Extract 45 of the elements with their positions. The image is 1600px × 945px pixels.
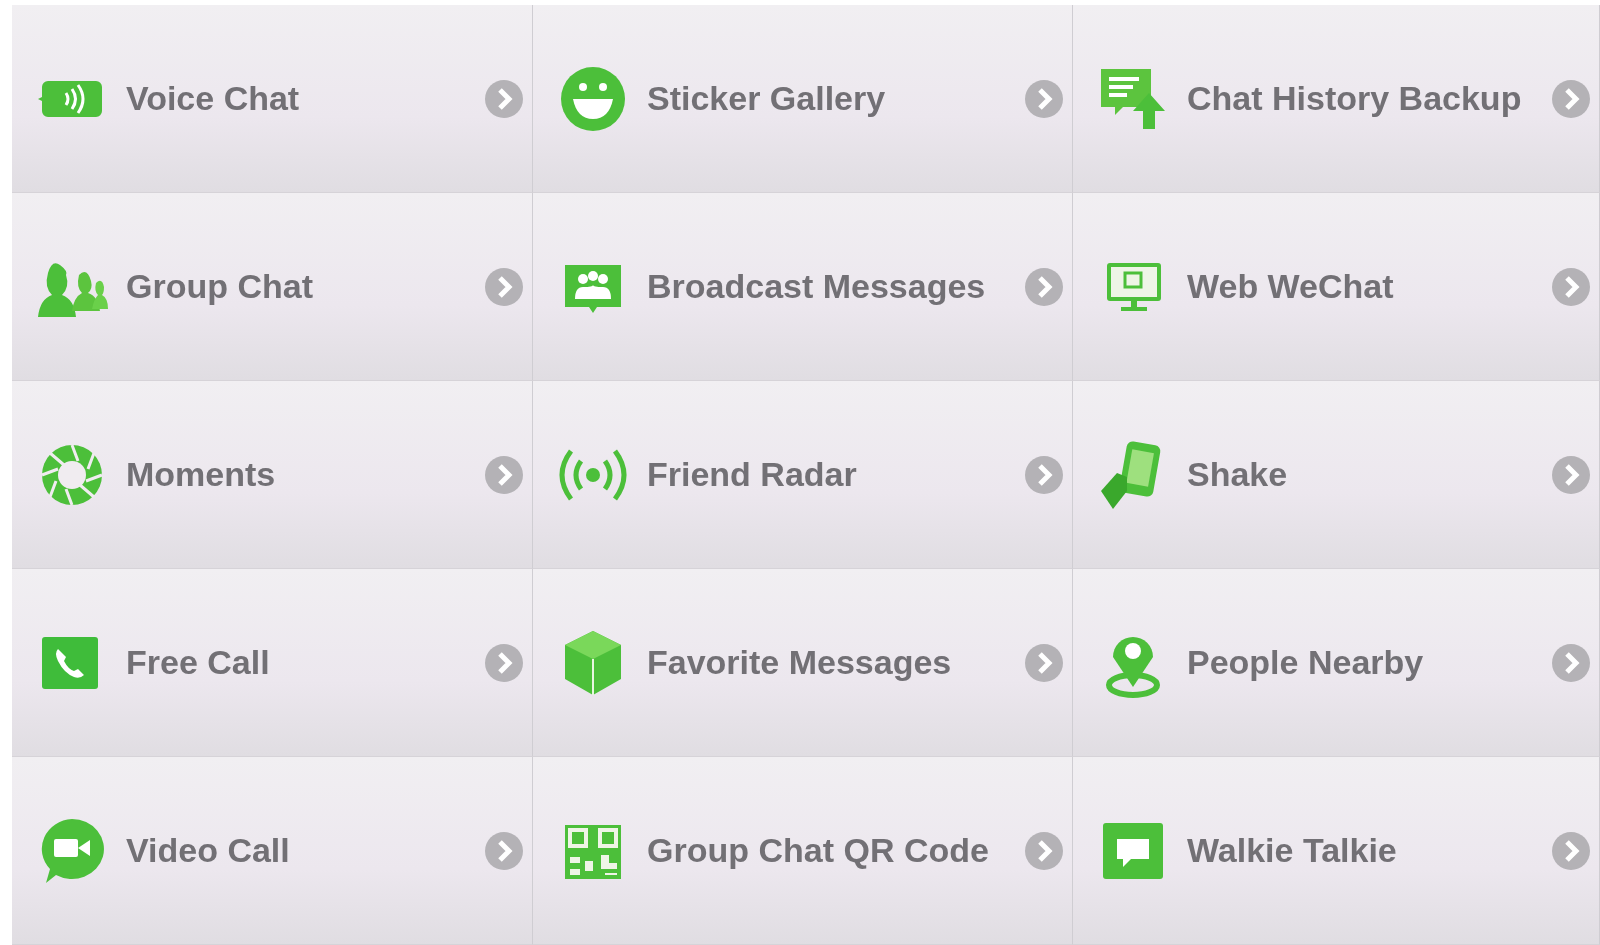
chevron-right-icon[interactable] — [484, 266, 524, 307]
chevron-right-icon[interactable] — [484, 78, 524, 119]
chevron-right-icon[interactable] — [1024, 830, 1064, 871]
feature-label: Voice Chat — [126, 78, 301, 119]
feature-label: Chat History Backup — [1187, 78, 1523, 119]
feature-item[interactable]: Moments — [12, 381, 533, 569]
chevron-right-icon[interactable] — [1024, 642, 1064, 683]
chevron-right-icon[interactable] — [484, 454, 524, 495]
feature-item[interactable]: Chat History Backup — [1073, 5, 1600, 193]
chevron-right-icon[interactable] — [1024, 78, 1064, 119]
feature-label: Free Call — [126, 642, 271, 683]
feature-item[interactable]: Video Call — [12, 757, 533, 945]
feature-item[interactable]: Broadcast Messages — [533, 193, 1073, 381]
feature-label: Broadcast Messages — [647, 266, 987, 307]
feature-label: Video Call — [126, 830, 291, 871]
feature-item[interactable]: Walkie Talkie — [1073, 757, 1600, 945]
feature-item[interactable]: Free Call — [12, 569, 533, 757]
feature-label: Favorite Messages — [647, 642, 953, 683]
feature-item[interactable]: Group Chat — [12, 193, 533, 381]
chevron-right-icon[interactable] — [1551, 642, 1591, 683]
feature-label: Friend Radar — [647, 454, 858, 495]
chevron-right-icon[interactable] — [1551, 830, 1591, 871]
chevron-right-icon[interactable] — [484, 830, 524, 871]
feature-item[interactable]: Sticker Gallery — [533, 5, 1073, 193]
chevron-right-icon[interactable] — [1551, 266, 1591, 307]
chevron-right-icon[interactable] — [1024, 454, 1064, 495]
chevron-right-icon[interactable] — [1024, 266, 1064, 307]
feature-label: Sticker Gallery — [647, 78, 887, 119]
chevron-right-icon[interactable] — [1551, 454, 1591, 495]
feature-label: Group Chat QR Code — [647, 830, 990, 871]
feature-item[interactable]: Group Chat QR Code — [533, 757, 1073, 945]
feature-label: Web WeChat — [1187, 266, 1395, 307]
chevron-right-icon[interactable] — [1551, 78, 1591, 119]
feature-item[interactable]: Web WeChat — [1073, 193, 1600, 381]
feature-item[interactable]: Friend Radar — [533, 381, 1073, 569]
feature-label: Shake — [1187, 454, 1289, 495]
feature-item[interactable]: Favorite Messages — [533, 569, 1073, 757]
chevron-right-icon[interactable] — [484, 642, 524, 683]
feature-label: Walkie Talkie — [1187, 830, 1398, 871]
feature-label: People Nearby — [1187, 642, 1425, 683]
feature-item[interactable]: Shake — [1073, 381, 1600, 569]
feature-label: Moments — [126, 454, 277, 495]
feature-item[interactable]: Voice Chat — [12, 5, 533, 193]
feature-item[interactable]: People Nearby — [1073, 569, 1600, 757]
feature-label: Group Chat — [126, 266, 314, 307]
